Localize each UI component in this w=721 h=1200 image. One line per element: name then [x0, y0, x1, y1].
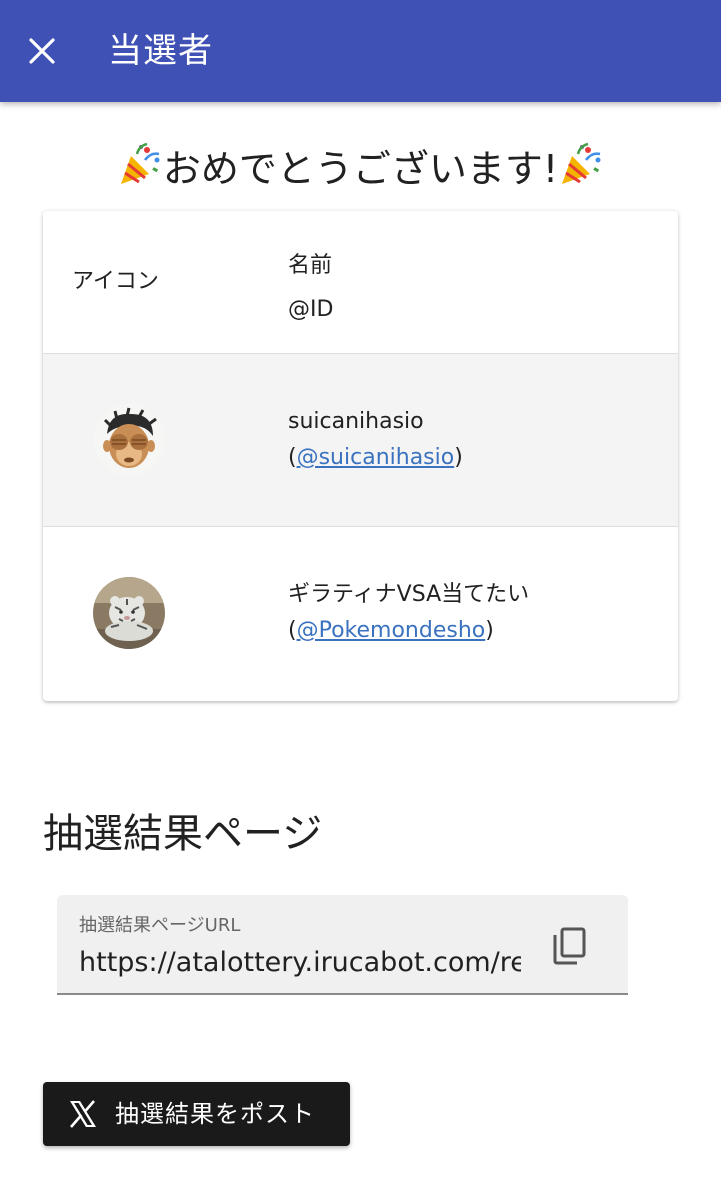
- page-title: 当選者: [108, 31, 213, 71]
- header-icon-column: アイコン: [72, 269, 159, 294]
- copy-icon: [553, 927, 586, 965]
- congrats-text: おめでとうございます!: [162, 146, 559, 191]
- winner-name: suicanihasio: [288, 409, 424, 434]
- table-row: ギラティナVSA当てたい (@Pokemondesho): [43, 527, 678, 700]
- id-paren-close: ): [485, 618, 494, 643]
- header-id-label: @ID: [288, 297, 334, 322]
- winner-id-line: (@Pokemondesho): [288, 613, 529, 649]
- avatar: [93, 577, 165, 649]
- id-paren-close: ): [454, 445, 463, 470]
- result-url-field[interactable]: 抽選結果ページURL: [57, 895, 628, 995]
- id-paren-open: (: [288, 618, 297, 643]
- result-page-heading: 抽選結果ページ: [43, 811, 323, 857]
- id-paren-open: (: [288, 445, 297, 470]
- winner-name: ギラティナVSA当てたい: [288, 582, 530, 607]
- party-popper-icon: [120, 142, 160, 184]
- congrats-heading: おめでとうございます!: [0, 140, 721, 191]
- avatar-white-tiger-image: [93, 577, 165, 649]
- header-name-column: 名前 @ID: [288, 244, 333, 332]
- winner-cell: ギラティナVSA当てたい (@Pokemondesho): [288, 577, 529, 649]
- winner-cell: suicanihasio (@suicanihasio): [288, 404, 463, 476]
- x-logo-icon: [70, 1100, 96, 1128]
- post-result-button[interactable]: 抽選結果をポスト: [43, 1082, 350, 1146]
- table-row: suicanihasio (@suicanihasio): [43, 354, 678, 527]
- close-button[interactable]: [22, 31, 62, 71]
- avatar: [93, 404, 165, 476]
- header-name-label: 名前: [288, 253, 333, 278]
- result-url-label: 抽選結果ページURL: [79, 915, 241, 936]
- app-bar: 当選者: [0, 0, 721, 102]
- winner-id-link[interactable]: @Pokemondesho: [297, 618, 486, 643]
- party-popper-icon: [562, 142, 601, 184]
- table-header: アイコン 名前 @ID: [43, 211, 678, 354]
- winners-table: アイコン 名前 @ID suicanihasio (@suicanihasio)…: [43, 211, 678, 701]
- close-icon: [29, 38, 55, 64]
- winner-id-line: (@suicanihasio): [288, 440, 463, 476]
- winner-id-link[interactable]: @suicanihasio: [297, 445, 455, 470]
- copy-button[interactable]: [547, 923, 595, 971]
- avatar-monkey-image: [93, 404, 165, 476]
- post-result-label: 抽選結果をポスト: [115, 1100, 315, 1128]
- result-url-input[interactable]: [79, 943, 521, 981]
